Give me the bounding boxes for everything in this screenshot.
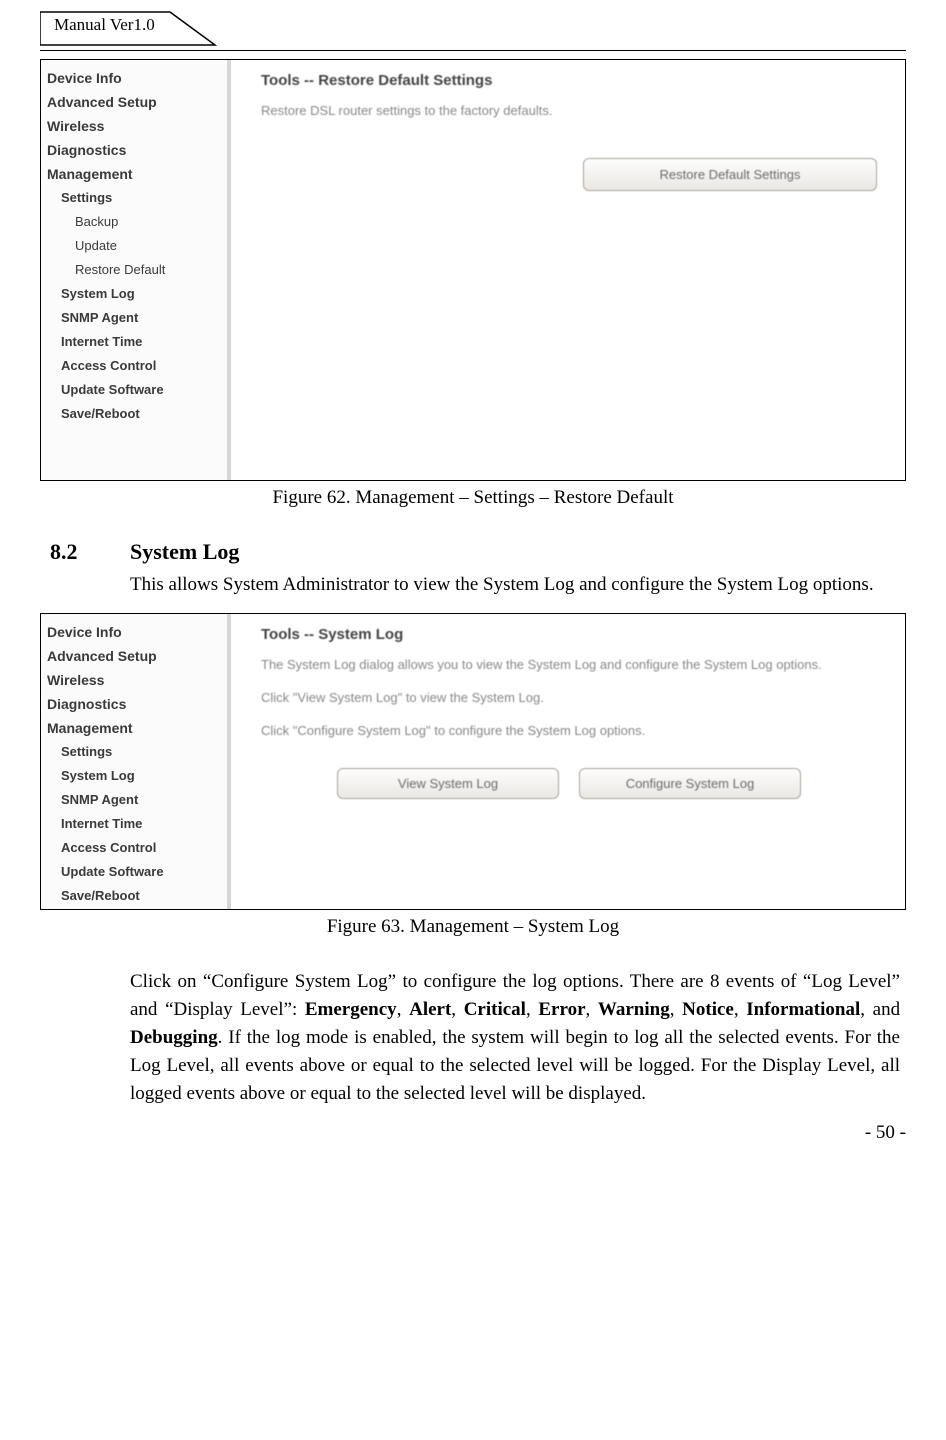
figure-62-content: Tools -- Restore Default Settings Restor… [231,60,905,480]
nav-item[interactable]: Restore Default [47,258,227,282]
nav-item[interactable]: Wireless [47,668,227,692]
header-rule [40,50,906,51]
restore-default-settings-button[interactable]: Restore Default Settings [583,158,877,191]
log-level: Warning [598,999,670,1020]
nav-item[interactable]: Save/Reboot [47,884,227,908]
nav-item[interactable]: Advanced Setup [47,644,227,668]
page-number: - 50 - [40,1122,906,1144]
nav-item[interactable]: Internet Time [47,330,227,354]
panel-text: Click "Configure System Log" to configur… [261,723,887,738]
nav-item[interactable]: Diagnostics [47,692,227,716]
nav-item[interactable]: System Log [47,282,227,306]
log-level: Alert [409,999,451,1020]
nav-item[interactable]: System Log [47,764,227,788]
figure-62-box: Device Info Advanced Setup Wireless Diag… [40,59,906,481]
figure-63-box: Device Info Advanced Setup Wireless Diag… [40,613,906,910]
nav-item[interactable]: Management [47,162,227,186]
log-level: Informational [746,999,860,1020]
section-title: System Log [130,539,239,565]
doc-version-label: Manual Ver1.0 [54,15,155,35]
nav-item[interactable]: Update [47,234,227,258]
nav-item[interactable]: Device Info [47,620,227,644]
nav-item[interactable]: Internet Time [47,812,227,836]
nav-item[interactable]: Device Info [47,66,227,90]
nav-item[interactable]: Backup [47,210,227,234]
header-tab: Manual Ver1.0 [40,10,906,46]
panel-text: Restore DSL router settings to the facto… [261,103,887,118]
section-number: 8.2 [50,539,130,565]
nav-item[interactable]: Wireless [47,114,227,138]
button-row: View System Log Configure System Log [261,768,887,799]
log-level: Error [538,999,585,1020]
log-levels-paragraph: Click on “Configure System Log” to confi… [130,968,900,1108]
nav-item[interactable]: SNMP Agent [47,306,227,330]
panel-text: The System Log dialog allows you to view… [261,657,887,672]
view-system-log-button[interactable]: View System Log [337,768,559,799]
section-body: This allows System Administrator to view… [130,571,900,599]
nav-item[interactable]: SNMP Agent [47,788,227,812]
button-row: Restore Default Settings [261,158,887,191]
figure-63-content: Tools -- System Log The System Log dialo… [231,614,905,909]
figure-62-caption: Figure 62. Management – Settings – Resto… [40,487,906,509]
nav-item[interactable]: Management [47,716,227,740]
page: Manual Ver1.0 Device Info Advanced Setup… [0,0,946,1164]
log-level: Critical [464,999,526,1020]
figure-62-nav: Device Info Advanced Setup Wireless Diag… [41,60,231,480]
nav-item[interactable]: Diagnostics [47,138,227,162]
log-level: Emergency [305,999,397,1020]
nav-item[interactable]: Advanced Setup [47,90,227,114]
nav-item[interactable]: Settings [47,186,227,210]
figure-63-nav: Device Info Advanced Setup Wireless Diag… [41,614,231,909]
nav-item[interactable]: Settings [47,740,227,764]
nav-item[interactable]: Save/Reboot [47,402,227,426]
nav-item[interactable]: Update Software [47,378,227,402]
panel-title: Tools -- System Log [261,626,887,643]
panel-title: Tools -- Restore Default Settings [261,72,887,89]
panel-text: Click "View System Log" to view the Syst… [261,690,887,705]
figure-63-caption: Figure 63. Management – System Log [40,916,906,938]
log-level: Debugging [130,1027,218,1048]
nav-item[interactable]: Update Software [47,860,227,884]
configure-system-log-button[interactable]: Configure System Log [579,768,801,799]
section-heading: 8.2 System Log [50,539,906,565]
nav-item[interactable]: Access Control [47,354,227,378]
nav-item[interactable]: Access Control [47,836,227,860]
log-level: Notice [682,999,734,1020]
